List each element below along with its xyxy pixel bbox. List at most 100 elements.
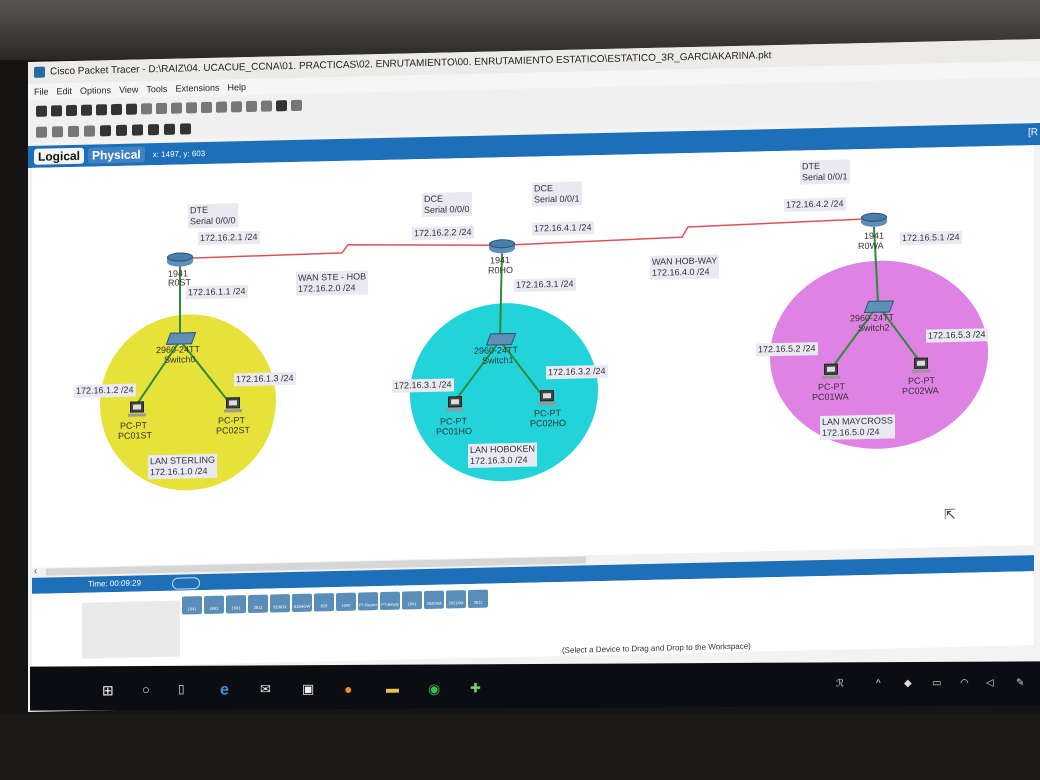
undo-icon[interactable] [171,102,182,114]
device-category-selector[interactable] [82,600,180,659]
freeform-icon[interactable] [148,123,159,135]
store-icon[interactable]: ▣ [302,681,314,697]
chrome-icon[interactable]: ◉ [428,680,440,697]
dropbox-icon[interactable]: ◆ [904,678,912,689]
device-item[interactable]: PT-Empty [380,591,400,611]
people-icon[interactable]: ℛ [836,678,844,689]
windows-icon[interactable]: ⊞ [102,682,114,699]
paste-icon[interactable] [156,102,167,114]
monitor-bezel-bottom [0,714,1040,780]
router-r0wa-name: R0WA [858,240,884,252]
zoom-out-icon[interactable] [231,100,242,112]
volume-icon[interactable]: ◁ [986,678,994,689]
device-item[interactable]: 1841 [204,595,224,615]
label-lan-maycross-name: LAN MAYCROSS [822,415,893,427]
router-r0st[interactable] [167,252,193,269]
zoom-reset-icon[interactable] [216,100,227,113]
pc01ho[interactable] [446,396,464,412]
mail-icon[interactable]: ✉ [260,681,271,697]
scroll-left-icon[interactable]: ‹ [34,566,37,577]
device-item[interactable]: 2811 [468,589,488,609]
tab-physical[interactable]: Physical [88,146,145,164]
wifi-icon[interactable]: ◠ [960,678,969,689]
label-dce-ho-right-serial: Serial 0/0/1 [534,193,580,205]
menu-help[interactable]: Help [227,79,246,95]
copy-icon[interactable] [141,102,152,114]
device-item[interactable]: 1941 [182,596,202,615]
custom-device-icon[interactable] [261,99,272,112]
pdu-list-icon[interactable] [276,99,287,111]
label-wan-st-ho-name: WAN STE - HOB [298,271,367,283]
pc01ho-name: PC01HO [436,425,473,437]
task-view-icon[interactable]: ▯ [178,682,185,696]
save-icon[interactable] [66,104,77,116]
complex-pdu-icon[interactable] [180,122,191,135]
menu-tools[interactable]: Tools [146,81,167,97]
pc02st[interactable] [224,397,242,413]
label-dce-ho-left: DCE Serial 0/0/0 [422,191,472,218]
device-item[interactable]: 819HGW [292,593,312,613]
new-file-icon[interactable] [36,105,47,117]
device-item[interactable]: 2621XM [446,590,466,609]
device-item[interactable]: 1941 [226,595,246,614]
menu-edit[interactable]: Edit [57,83,73,99]
rectangle-icon[interactable] [116,124,127,136]
edge-icon[interactable]: e [220,682,229,700]
switch2[interactable] [863,300,895,314]
menu-options[interactable]: Options [80,82,111,99]
device-item[interactable]: 2620XM [424,590,444,610]
viewport-icon[interactable] [291,99,302,111]
delete-icon[interactable] [68,125,79,137]
pc02wa[interactable] [912,357,930,374]
logical-workspace[interactable]: 1941 R0ST 1941 R0HO 1941 R0WA 2960-24TT … [32,145,1034,568]
right-panel-toggle[interactable]: [R [1028,127,1038,138]
device-item[interactable]: PT-Router [358,592,378,611]
switch0[interactable] [165,332,197,345]
inspect-icon[interactable] [52,125,63,137]
device-item[interactable]: 1841 [402,591,422,610]
explorer-icon[interactable]: ▬ [386,681,399,696]
tab-logical[interactable]: Logical [34,147,85,165]
label-wan-ho-wa-name: WAN HOB-WAY [652,255,718,267]
info-icon[interactable] [96,103,107,115]
select-icon[interactable] [36,126,47,138]
line-icon[interactable] [100,124,111,136]
search-icon[interactable]: ○ [142,682,150,697]
menu-view[interactable]: View [119,81,138,97]
redo-icon[interactable] [186,101,197,113]
resize-icon[interactable] [84,124,95,137]
print-icon[interactable] [81,104,92,116]
ellipse-icon[interactable] [132,123,143,136]
router-r0ho[interactable] [489,238,515,256]
drawing-palette-icon[interactable] [246,100,257,112]
open-file-icon[interactable] [51,104,62,116]
menu-extensions[interactable]: Extensions [175,80,219,97]
device-item[interactable]: 819IOX [270,594,290,613]
pen-icon[interactable]: ✎ [1016,677,1024,688]
pc01st[interactable] [128,401,146,417]
device-item[interactable]: 1240 [336,592,356,612]
label-lan-sterling-net: 172.16.1.0 /24 [150,465,208,478]
chevron-up-icon[interactable]: ^ [876,678,881,689]
time-control-buttons[interactable] [172,577,200,590]
user-icon[interactable] [126,103,137,115]
activity-wizard-icon[interactable] [111,103,122,115]
device-item[interactable]: 2811 [248,594,268,614]
firefox-icon[interactable]: ● [344,681,352,697]
pc01wa[interactable] [822,363,840,380]
zoom-in-icon[interactable] [201,101,212,113]
switch1-name: Switch1 [482,354,514,366]
router-r0wa[interactable] [861,212,887,230]
pc02ho[interactable] [538,390,556,406]
label-ip-ho-serial-left: 172.16.2.2 /24 [412,225,474,241]
label-dce-ho-right-type: DCE [534,183,554,194]
packet-tracer-icon[interactable]: ✚ [470,680,481,696]
label-ip-pc01ho: 172.16.3.1 /24 [392,378,454,393]
menu-file[interactable]: File [34,84,49,100]
simple-pdu-icon[interactable] [164,123,175,135]
battery-icon[interactable]: ▭ [932,678,941,689]
switch1[interactable] [485,332,517,346]
windows-taskbar: ⊞ ○ ▯ e ✉ ▣ ● ▬ ◉ ✚ ℛ ^ ◆ ▭ ◠ ◁ ✎ [30,661,1040,711]
label-ip-wa-serial: 172.16.4.2 /24 [784,197,846,212]
device-item[interactable]: 829 [314,593,334,612]
